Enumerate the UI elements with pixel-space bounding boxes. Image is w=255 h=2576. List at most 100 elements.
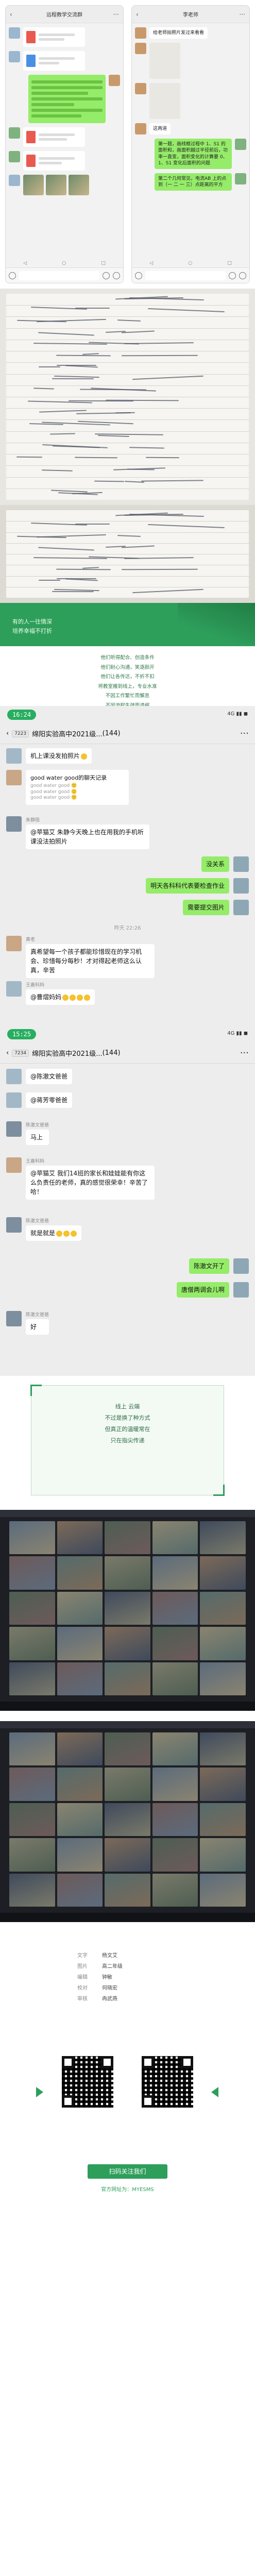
video-participant-tile[interactable] xyxy=(105,1838,150,1872)
video-participant-tile[interactable] xyxy=(57,1873,103,1907)
chat-header: ‹ 远程教学交流群 ··· xyxy=(6,6,123,23)
chat-message: 朱静阻 @苹猫艾 朱静今天晚上也在用我的手机听课没法拍照片 xyxy=(6,816,149,849)
back-icon[interactable]: ‹ xyxy=(6,730,9,737)
follow-us-button[interactable]: 扫码关注我们 xyxy=(88,2164,167,2179)
back-icon[interactable]: ‹ xyxy=(10,11,12,18)
video-participant-tile[interactable] xyxy=(152,1732,198,1766)
credit-row: 审核 冉武燕 xyxy=(77,1996,117,2002)
chat-message: 需要提交图片 xyxy=(182,900,249,915)
android-nav-bar: ◁ ○ □ xyxy=(23,261,106,266)
plus-icon[interactable] xyxy=(113,272,120,279)
video-participant-tile[interactable] xyxy=(57,1591,103,1625)
sender-name: 陈澈文爸爸 xyxy=(26,1123,49,1128)
photo-row[interactable] xyxy=(149,43,180,79)
chat-message xyxy=(9,51,120,71)
video-participant-tile[interactable] xyxy=(9,1521,55,1555)
arrow-left-icon xyxy=(211,2087,218,2097)
video-participant-tile[interactable] xyxy=(57,1662,103,1695)
more-icon[interactable]: ··· xyxy=(240,1048,249,1058)
video-participant-tile[interactable] xyxy=(105,1556,150,1590)
chat-message: 第二个几何常见，电流AB 上的点到（一 二 一 三）点距离的平方 xyxy=(135,173,246,191)
video-participant-tile[interactable] xyxy=(200,1732,246,1766)
chat-message: 给老师拍照片发过来看看 xyxy=(135,27,246,39)
video-participant-tile[interactable] xyxy=(9,1627,55,1660)
video-participant-tile[interactable] xyxy=(9,1838,55,1872)
video-participant-tile[interactable] xyxy=(200,1556,246,1590)
taskbar xyxy=(0,1913,255,1922)
emoji-icon[interactable] xyxy=(103,272,110,279)
chat-message: 王嘉科妈 @曹熠妈妈 xyxy=(6,981,95,1005)
video-participant-tile[interactable] xyxy=(200,1767,246,1801)
video-participant-tile[interactable] xyxy=(152,1838,198,1872)
chat-message: good water good的聊天记录 good water good 🙂 g… xyxy=(6,770,129,805)
video-participant-tile[interactable] xyxy=(200,1591,246,1625)
video-participant-tile[interactable] xyxy=(9,1556,55,1590)
video-participant-tile[interactable] xyxy=(152,1591,198,1625)
video-participant-tile[interactable] xyxy=(105,1521,150,1555)
video-participant-tile[interactable] xyxy=(9,1732,55,1766)
banner-quote: 有的人一往情深 培养幸福不打折 xyxy=(12,617,52,635)
back-icon[interactable]: ‹ xyxy=(6,1049,9,1057)
video-participant-tile[interactable] xyxy=(9,1591,55,1625)
file-attachment[interactable] xyxy=(23,127,85,147)
back-icon[interactable]: ‹ xyxy=(136,11,139,18)
file-attachment[interactable] xyxy=(23,27,85,47)
plus-icon[interactable] xyxy=(239,272,246,279)
qr-card[interactable] xyxy=(46,2046,129,2139)
video-participant-tile[interactable] xyxy=(57,1838,103,1872)
video-participant-tile[interactable] xyxy=(105,1662,150,1695)
video-participant-tile[interactable] xyxy=(105,1767,150,1801)
video-participant-tile[interactable] xyxy=(105,1591,150,1625)
file-attachment[interactable] xyxy=(23,151,85,171)
chat-message xyxy=(9,27,120,47)
video-participant-tile[interactable] xyxy=(57,1556,103,1590)
video-participant-tile[interactable] xyxy=(152,1873,198,1907)
video-participant-tile[interactable] xyxy=(200,1521,246,1555)
video-participant-tile[interactable] xyxy=(152,1627,198,1660)
video-participant-tile[interactable] xyxy=(57,1803,103,1837)
video-participant-tile[interactable] xyxy=(57,1627,103,1660)
video-participant-tile[interactable] xyxy=(200,1803,246,1837)
video-participant-tile[interactable] xyxy=(152,1662,198,1695)
message-input[interactable] xyxy=(19,271,99,280)
avatar xyxy=(233,1258,249,1274)
voice-icon[interactable] xyxy=(9,272,16,279)
video-participant-tile[interactable] xyxy=(200,1873,246,1907)
message-bubble: 需要提交图片 xyxy=(182,900,229,915)
video-participant-tile[interactable] xyxy=(9,1662,55,1695)
video-participant-tile[interactable] xyxy=(9,1767,55,1801)
file-attachment[interactable] xyxy=(23,51,85,71)
video-participant-tile[interactable] xyxy=(9,1803,55,1837)
video-participant-tile[interactable] xyxy=(57,1521,103,1555)
emoji-icon[interactable] xyxy=(229,272,236,279)
video-participant-tile[interactable] xyxy=(105,1627,150,1660)
more-icon[interactable]: ··· xyxy=(240,728,249,739)
video-participant-tile[interactable] xyxy=(57,1767,103,1801)
chat-message: 第一题，画线框过程中 1、S1 的面积和，画面积越过半径前后，功率一直变，面积变… xyxy=(135,139,246,169)
photo-row[interactable] xyxy=(149,83,180,120)
message-input[interactable] xyxy=(145,271,226,280)
video-participant-tile[interactable] xyxy=(105,1732,150,1766)
voice-icon[interactable] xyxy=(135,272,142,279)
video-participant-tile[interactable] xyxy=(152,1767,198,1801)
chat-record-card[interactable]: good water good的聊天记录 good water good 🙂 g… xyxy=(26,770,129,805)
video-participant-tile[interactable] xyxy=(152,1803,198,1837)
video-participant-tile[interactable] xyxy=(105,1873,150,1907)
video-participant-tile[interactable] xyxy=(105,1803,150,1837)
more-icon[interactable]: ··· xyxy=(240,11,245,18)
video-participant-tile[interactable] xyxy=(152,1521,198,1555)
video-participant-tile[interactable] xyxy=(9,1873,55,1907)
more-icon[interactable]: ··· xyxy=(113,11,119,18)
qr-card[interactable] xyxy=(126,2046,209,2139)
video-participant-tile[interactable] xyxy=(200,1662,246,1695)
video-participant-tile[interactable] xyxy=(200,1838,246,1872)
taskbar xyxy=(0,1702,255,1711)
video-participant-tile[interactable] xyxy=(200,1627,246,1660)
chat-message: 陈澈文爸爸 就是就是 xyxy=(6,1217,82,1241)
video-participant-tile[interactable] xyxy=(152,1556,198,1590)
pdf-file-icon xyxy=(26,31,36,43)
video-participant-tile[interactable] xyxy=(57,1732,103,1766)
photo-row[interactable] xyxy=(23,175,89,195)
chat-message: 机上课没发拍照片 xyxy=(6,748,92,764)
thumbs-up-icon xyxy=(71,1230,77,1237)
